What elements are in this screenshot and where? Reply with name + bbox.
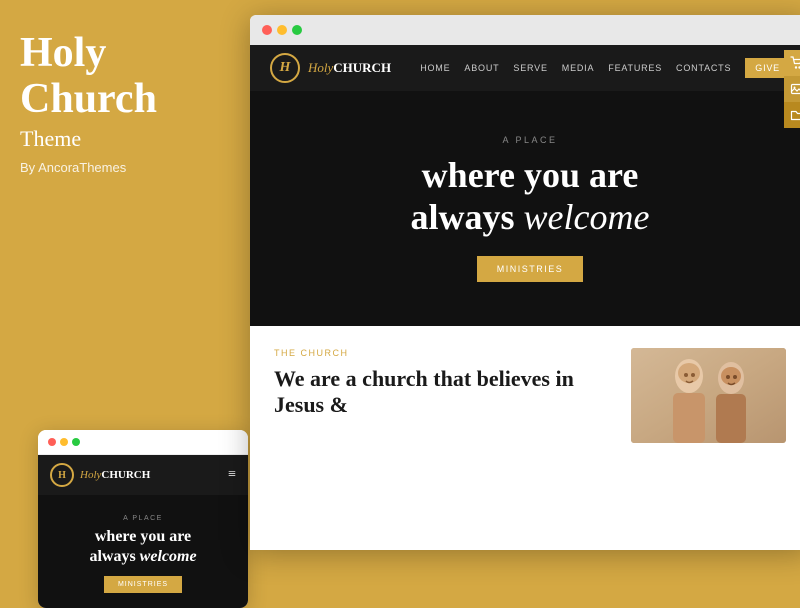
- mobile-hero-title: where you are always welcome: [50, 527, 236, 565]
- below-hero-section: THE CHURCH We are a church that believes…: [250, 326, 800, 465]
- site-logo-name: HolyCHURCH: [308, 60, 391, 76]
- below-hero-text: THE CHURCH We are a church that believes…: [274, 348, 611, 443]
- hero-eyebrow: A PLACE: [502, 135, 557, 145]
- mobile-hero-eyebrow: A PLACE: [50, 515, 236, 522]
- theme-by: By AncoraThemes: [20, 160, 225, 175]
- mobile-logo-text: HolyCHURCH: [80, 469, 150, 481]
- mobile-cta-button[interactable]: MINISTRIES: [104, 576, 182, 593]
- mobile-dot-yellow: [60, 438, 68, 446]
- nav-link-home[interactable]: HOME: [420, 63, 450, 73]
- below-hero-eyebrow: THE CHURCH: [274, 348, 611, 358]
- browser-side-icon-image[interactable]: [784, 76, 800, 102]
- mobile-hero: A PLACE where you are always welcome MIN…: [38, 495, 248, 607]
- browser-window: H HolyCHURCH HOME ABOUT SERVE MEDIA FEAT…: [250, 15, 800, 550]
- mobile-titlebar: [38, 430, 248, 455]
- browser-side-icon-folder[interactable]: [784, 102, 800, 128]
- browser-side-icon-cart[interactable]: [784, 50, 800, 76]
- theme-subtitle: Theme: [20, 126, 225, 152]
- mobile-preview: H HolyCHURCH ≡ A PLACE where you are alw…: [38, 430, 248, 607]
- mobile-dot-green: [72, 438, 80, 446]
- site-nav: H HolyCHURCH HOME ABOUT SERVE MEDIA FEAT…: [250, 45, 800, 91]
- below-hero-image: [631, 348, 786, 443]
- site-logo-area: H HolyCHURCH: [270, 53, 391, 83]
- site-logo-circle: H: [270, 53, 300, 83]
- browser-dot-yellow: [277, 25, 287, 35]
- left-panel: Holy Church Theme By AncoraThemes H Holy…: [0, 0, 245, 550]
- nav-link-about[interactable]: ABOUT: [464, 63, 499, 73]
- mobile-logo-area: H HolyCHURCH: [50, 463, 150, 487]
- site-hero: A PLACE where you are always welcome MIN…: [250, 91, 800, 326]
- browser-side-icons: [784, 50, 800, 128]
- site-nav-links: HOME ABOUT SERVE MEDIA FEATURES CONTACTS…: [420, 58, 790, 78]
- nav-link-features[interactable]: FEATURES: [608, 63, 662, 73]
- browser-dot-green: [292, 25, 302, 35]
- hero-cta-button[interactable]: MINISTRIES: [477, 256, 584, 282]
- mobile-logo-circle: H: [50, 463, 74, 487]
- mobile-dot-red: [48, 438, 56, 446]
- nav-link-contacts[interactable]: CONTACTS: [676, 63, 731, 73]
- browser-titlebar: [250, 15, 800, 45]
- mobile-nav: H HolyCHURCH ≡: [38, 455, 248, 495]
- nav-link-media[interactable]: MEDIA: [562, 63, 595, 73]
- browser-dot-red: [262, 25, 272, 35]
- below-hero-title: We are a church that believes in Jesus &: [274, 366, 611, 419]
- hero-title: where you are always welcome: [411, 155, 650, 238]
- mobile-hamburger-icon: ≡: [228, 468, 236, 482]
- theme-title: Holy Church: [20, 30, 225, 122]
- nav-link-serve[interactable]: SERVE: [513, 63, 547, 73]
